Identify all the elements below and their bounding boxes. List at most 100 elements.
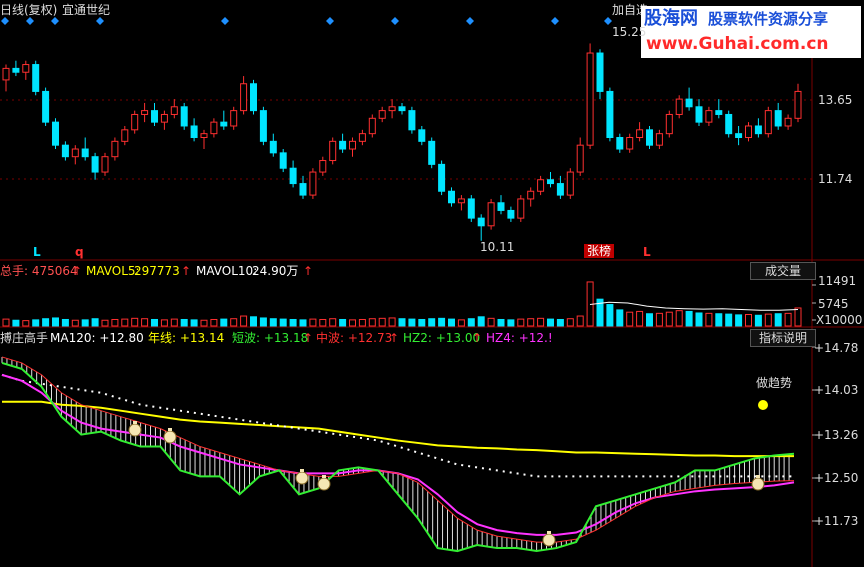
- candle: [685, 87, 693, 111]
- volume-bar: [487, 317, 495, 327]
- candle: [626, 133, 634, 153]
- candle: [269, 133, 277, 157]
- up-arrow-icon: ↑: [389, 331, 400, 345]
- volume-bar: [418, 318, 426, 327]
- duanbo-value: 短波: +13.18: [232, 331, 309, 345]
- candle-body: [606, 90, 614, 139]
- volume-bar: [111, 318, 119, 327]
- volume-bar: [457, 319, 465, 327]
- money-bag-top: [547, 531, 551, 534]
- grid-layer: [0, 17, 864, 567]
- candle-body: [566, 171, 574, 196]
- volume-bar: [497, 318, 505, 327]
- volume-bar: [319, 318, 327, 327]
- candle-body: [220, 121, 228, 127]
- candle-body: [299, 183, 307, 196]
- volume-bar: [655, 312, 663, 327]
- volume-bar: [606, 304, 614, 327]
- volume-total: 总手: 475064: [0, 264, 78, 278]
- candle: [566, 168, 574, 199]
- candle-body: [22, 64, 30, 73]
- chart-canvas[interactable]: [0, 0, 864, 567]
- zhongbo-line: [1, 356, 795, 543]
- candle-body: [507, 209, 515, 219]
- logo-url: www.Guhai.com.cn: [646, 34, 829, 54]
- candle: [448, 187, 455, 207]
- candle: [665, 110, 673, 138]
- volume-bar: [576, 315, 584, 327]
- candle-body: [230, 110, 238, 127]
- candle: [675, 95, 683, 119]
- candle-body: [745, 125, 752, 138]
- volume-bar: [190, 319, 198, 327]
- price-tick-low: 11.74: [818, 172, 853, 186]
- candle: [398, 102, 406, 115]
- candle-body: [556, 183, 564, 196]
- candle-body: [705, 110, 713, 123]
- candle: [200, 129, 208, 150]
- money-bag-body: [317, 477, 331, 491]
- indicator-name: 搏庄高手: [0, 331, 49, 345]
- candle-body: [517, 198, 525, 219]
- money-bag-body: [128, 423, 142, 437]
- candle-body: [368, 117, 376, 135]
- volume-indicator-button[interactable]: 成交量: [750, 262, 816, 280]
- candle-body: [101, 156, 109, 173]
- candle: [180, 102, 188, 130]
- money-bag-top: [300, 469, 304, 472]
- money-bag-body: [163, 430, 177, 444]
- stock-name: 宜通世纪: [62, 3, 111, 17]
- volume-bar: [289, 318, 297, 327]
- hz4-value: HZ4: +12.!: [486, 331, 553, 345]
- chart-type-label[interactable]: 日线(复权): [0, 3, 57, 17]
- volume-bar: [71, 319, 79, 327]
- candle: [81, 137, 89, 161]
- indicator-tick-2: +14.03: [814, 383, 859, 397]
- volume-bar: [725, 313, 733, 327]
- mavol5-line: [589, 301, 799, 311]
- candle-body: [685, 98, 693, 108]
- candle-body: [418, 129, 426, 142]
- candle-body: [596, 52, 604, 92]
- trend-signal-icon: [758, 400, 768, 410]
- candle: [418, 125, 426, 146]
- logo-tagline: 股票软件资源分享: [708, 10, 829, 28]
- candle: [329, 137, 337, 165]
- volume-tick-high: 11491: [818, 274, 857, 288]
- volume-bar: [230, 318, 238, 327]
- money-bag-icon: [295, 469, 309, 485]
- up-arrow-icon: ↑: [303, 264, 314, 278]
- candle: [388, 99, 396, 119]
- volume-button-label: 成交量: [764, 264, 801, 278]
- candle: [547, 172, 554, 188]
- indicator-tick-3: +13.26: [814, 428, 859, 442]
- candle: [61, 141, 69, 161]
- candle-body: [665, 113, 673, 135]
- indicator-help-button[interactable]: 指标说明: [750, 329, 816, 347]
- candle: [477, 214, 485, 241]
- volume-bar: [131, 317, 139, 327]
- candle: [250, 79, 257, 115]
- candle: [378, 106, 386, 123]
- candle-body: [259, 110, 267, 142]
- volume-bar: [665, 311, 673, 327]
- indicator-lines: [1, 356, 795, 553]
- candle: [735, 125, 743, 146]
- indicator-tick-5: +11.73: [814, 514, 859, 528]
- indicator-tick-1: +14.78: [814, 341, 859, 355]
- volume-unit: X10000: [816, 313, 863, 327]
- candle-body: [180, 106, 188, 127]
- candle-body: [754, 125, 762, 135]
- candle-body: [378, 110, 386, 119]
- event-diamond-icon: [96, 17, 104, 25]
- candle-body: [289, 167, 297, 185]
- mavol10-value: 24.90万: [252, 264, 299, 278]
- candle: [754, 118, 762, 138]
- candle: [715, 99, 723, 119]
- candle-body: [675, 98, 683, 115]
- volume-bar: [537, 317, 545, 327]
- candle: [42, 87, 50, 126]
- price-candles: [2, 43, 802, 241]
- up-arrow-icon: ↑: [181, 264, 192, 278]
- volume-bar: [388, 317, 396, 327]
